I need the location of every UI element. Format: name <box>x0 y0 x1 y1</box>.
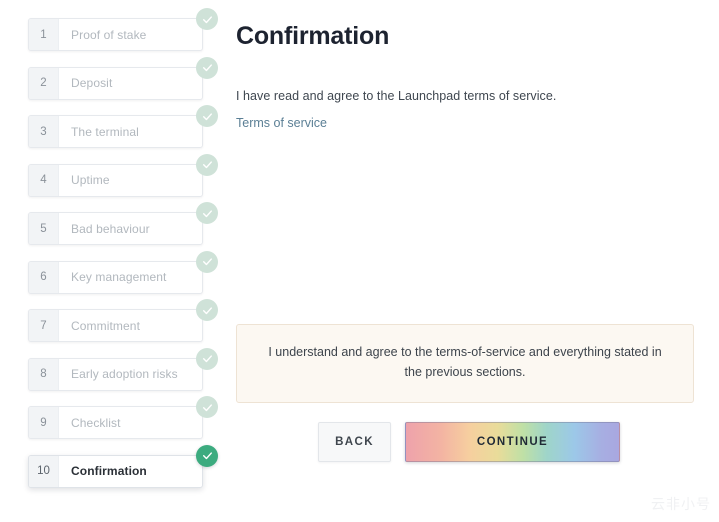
back-button[interactable]: BACK <box>318 422 391 462</box>
stepper-item-number: 2 <box>29 67 59 99</box>
check-icon <box>196 347 218 370</box>
terms-of-service-link[interactable]: Terms of service <box>236 116 327 130</box>
agreement-notice-text: I understand and agree to the terms-of-s… <box>268 345 662 380</box>
stepper-item-number: 7 <box>29 310 59 341</box>
stepper-item-label: Proof of stake <box>71 27 147 42</box>
stepper-item-proof-of-stake[interactable]: 1 Proof of stake <box>28 8 218 51</box>
stepper-item-label: The terminal <box>71 124 139 139</box>
stepper-item-number: 8 <box>29 358 59 390</box>
main-content: Confirmation I have read and agree to th… <box>232 0 719 522</box>
stepper-item-deposit[interactable]: 2 Deposit <box>28 56 218 100</box>
stepper-item-label: Checklist <box>71 415 121 430</box>
check-icon <box>196 396 218 418</box>
check-icon <box>196 105 218 127</box>
stepper-item-label: Confirmation <box>71 464 147 478</box>
check-icon <box>196 444 218 467</box>
stepper-item-uptime[interactable]: 4 Uptime <box>28 153 218 197</box>
stepper-item-number: 1 <box>29 19 59 50</box>
stepper-item-number: 3 <box>29 116 59 147</box>
action-buttons: BACK CONTINUE <box>318 422 620 462</box>
launchpad-confirmation-page: 1 Proof of stake 2 Deposit 3 The terminal 4 Upt… <box>0 0 719 522</box>
stepper-item-the-terminal[interactable]: 3 The terminal <box>28 105 218 148</box>
stepper-item-checklist[interactable]: 9 Checklist <box>28 396 218 439</box>
agreement-notice-box: I understand and agree to the terms-of-s… <box>236 324 694 403</box>
check-icon <box>196 8 218 30</box>
check-icon <box>196 299 218 321</box>
stepper-item-number: 9 <box>29 407 59 438</box>
stepper-item-commitment[interactable]: 7 Commitment <box>28 299 218 342</box>
stepper-item-number: 4 <box>29 164 59 196</box>
stepper-item-number: 10 <box>29 455 59 487</box>
stepper-item-label: Deposit <box>71 76 113 90</box>
stepper-item-confirmation[interactable]: 10 Confirmation <box>28 444 218 488</box>
check-icon <box>196 153 218 176</box>
continue-button[interactable]: CONTINUE <box>405 422 620 462</box>
stepper-item-bad-behaviour[interactable]: 5 Bad behaviour <box>28 202 218 245</box>
stepper-item-label: Uptime <box>71 173 110 187</box>
stepper-item-early-adoption-risks[interactable]: 8 Early adoption risks <box>28 347 218 391</box>
stepper-item-key-management[interactable]: 6 Key management <box>28 250 218 294</box>
check-icon <box>196 202 218 224</box>
intro-text: I have read and agree to the Launchpad t… <box>236 89 557 103</box>
stepper-sidebar: 1 Proof of stake 2 Deposit 3 The terminal 4 Upt… <box>0 0 232 522</box>
stepper-item-number: 6 <box>29 261 59 293</box>
stepper-item-label: Bad behaviour <box>71 221 150 236</box>
stepper-item-label: Early adoption risks <box>71 367 178 381</box>
stepper-item-label: Commitment <box>71 318 141 333</box>
page-title: Confirmation <box>236 22 390 50</box>
watermark: 云非小号 <box>651 497 711 513</box>
check-icon <box>196 56 218 79</box>
stepper-item-label: Key management <box>71 270 167 284</box>
stepper-item-number: 5 <box>29 213 59 244</box>
check-icon <box>196 250 218 273</box>
